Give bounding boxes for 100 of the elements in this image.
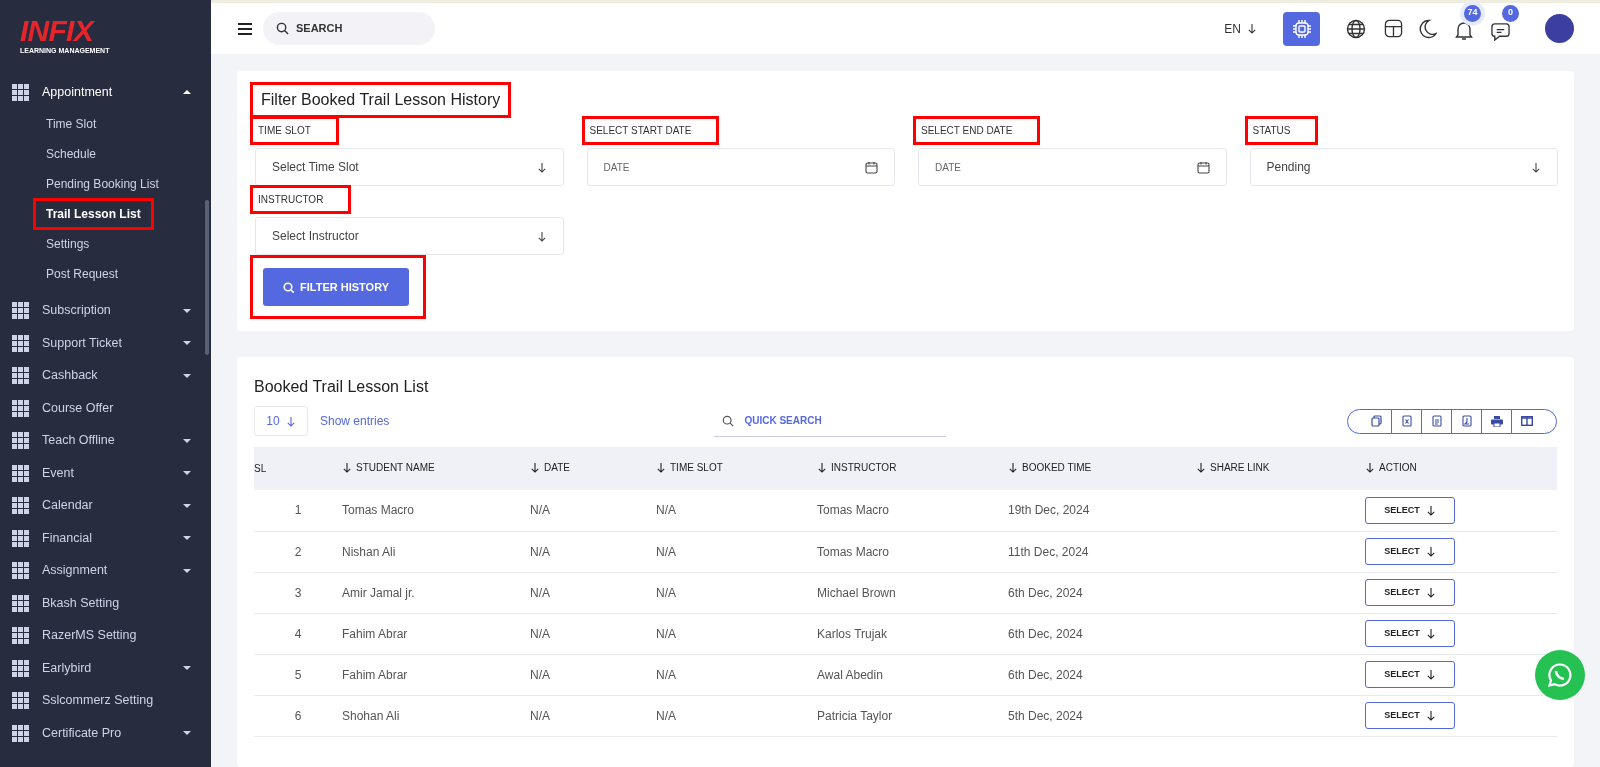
search-input[interactable]: SEARCH	[296, 20, 406, 37]
bell-icon[interactable]	[1455, 20, 1473, 41]
sidebar-item[interactable]: Bkash Setting	[0, 587, 211, 620]
layout-icon[interactable]	[1384, 19, 1403, 38]
search-icon	[722, 414, 735, 427]
chip-icon	[1291, 18, 1312, 39]
sidebar-item[interactable]: Assignment	[0, 554, 211, 587]
sidebar-item[interactable]: Financial	[0, 522, 211, 555]
avatar[interactable]	[1545, 14, 1574, 43]
globe-icon[interactable]	[1346, 18, 1366, 39]
select-button[interactable]: SELECT	[1365, 620, 1455, 647]
table-cell: 6th Dec, 2024	[1008, 626, 1083, 641]
language-dropdown[interactable]: EN	[1224, 19, 1257, 38]
down-arrow-icon	[536, 230, 547, 242]
column-header[interactable]: INSTRUCTOR	[817, 460, 897, 475]
field-label: TIME SLOT	[258, 124, 312, 138]
grid-icon	[12, 594, 29, 612]
sidebar-item[interactable]: Cashback	[0, 359, 211, 392]
select-button[interactable]: SELECT	[1365, 661, 1455, 688]
grid-icon	[12, 464, 29, 482]
table-cell: 11th Dec, 2024	[1008, 544, 1089, 559]
filter-button[interactable]: FILTER HISTORY	[263, 268, 410, 306]
menu-icon[interactable]	[237, 21, 253, 36]
table-cell: N/A	[530, 544, 550, 559]
table-cell: 1	[294, 503, 302, 518]
table-cell: N/A	[656, 708, 676, 723]
ai-button[interactable]	[1283, 11, 1320, 46]
date-field[interactable]: DATE	[586, 148, 895, 186]
chat-icon[interactable]	[1491, 21, 1510, 41]
select-field[interactable]: Select Time Slot	[255, 148, 564, 186]
select-button[interactable]: SELECT	[1365, 496, 1455, 524]
select-button[interactable]: SELECT	[1365, 538, 1455, 565]
select-button[interactable]: SELECT	[1365, 702, 1455, 729]
sidebar-item[interactable]: Certificate Pro	[0, 717, 211, 750]
chat-bubble-icon	[1547, 662, 1573, 688]
submenu-link[interactable]: Post Request	[36, 260, 129, 287]
sidebar-item[interactable]: Event	[0, 457, 211, 490]
scrollbar[interactable]	[205, 200, 209, 355]
print-icon	[1490, 415, 1503, 427]
sidebar-item[interactable]: Course Offer	[0, 392, 211, 425]
column-header[interactable]: TIME SLOT	[656, 460, 723, 475]
grid-icon	[12, 302, 29, 320]
grid-icon	[12, 692, 29, 710]
table-cell: N/A	[656, 544, 676, 559]
grid-icon	[12, 562, 29, 580]
column-header[interactable]: STUDENT NAME	[342, 460, 435, 475]
date-field[interactable]: DATE	[918, 148, 1227, 186]
grid-icon	[12, 497, 29, 515]
sidebar-item[interactable]: Earlybird	[0, 652, 211, 685]
table-cell: Amir Jamal jr.	[342, 585, 415, 600]
column-header[interactable]: SHARE LINK	[1196, 460, 1270, 475]
down-arrow-icon	[1531, 161, 1541, 173]
grid-icon	[12, 659, 29, 677]
table-cell: 6th Dec, 2024	[1008, 585, 1083, 600]
calendar-icon	[865, 160, 878, 174]
table-cell: N/A	[656, 503, 676, 518]
column-header[interactable]: ACTION	[1365, 460, 1417, 475]
search-icon	[283, 281, 294, 293]
select-field[interactable]: Pending	[1249, 148, 1558, 186]
document-icon	[1431, 415, 1442, 427]
search-field[interactable]: SEARCH	[263, 12, 435, 45]
sidebar-item[interactable]: Sslcommerz Setting	[0, 684, 211, 717]
submenu-link[interactable]: Time Slot	[36, 110, 107, 137]
quick-search-input[interactable]: QUICK SEARCH	[744, 413, 925, 428]
page-size-select[interactable]: 10	[254, 406, 308, 436]
down-arrow-icon	[1425, 628, 1436, 639]
grid-icon	[12, 334, 29, 352]
show-entries-label: Show entries	[320, 413, 390, 430]
column-header[interactable]: BOOKED TIME	[1008, 460, 1092, 475]
table-cell: Patricia Taylor	[817, 708, 893, 723]
down-arrow-icon	[1425, 587, 1436, 598]
quick-search-field[interactable]: QUICK SEARCH	[714, 405, 947, 437]
submenu-link[interactable]: Settings	[36, 230, 100, 257]
table-cell: N/A	[530, 708, 550, 723]
submenu-link[interactable]: Schedule	[36, 140, 107, 167]
column-header[interactable]: SL	[254, 461, 267, 476]
table-cell: N/A	[656, 667, 676, 682]
sidebar-item[interactable]: Subscription	[0, 294, 211, 327]
table-cell: 3	[294, 585, 302, 600]
sidebar-item[interactable]: Appointment	[0, 76, 211, 109]
table-cell: Michael Brown	[817, 585, 896, 600]
sidebar-item[interactable]: Teach Offline	[0, 424, 211, 457]
sidebar-item[interactable]: Support Ticket	[0, 327, 211, 360]
submenu-link[interactable]: Pending Booking List	[36, 170, 169, 197]
down-arrow-icon	[536, 161, 547, 173]
select-field[interactable]: Select Instructor	[255, 217, 564, 255]
table-cell: Nishan Ali	[342, 544, 396, 559]
select-button[interactable]: SELECT	[1365, 579, 1455, 606]
moon-icon[interactable]	[1419, 18, 1437, 39]
submenu-link[interactable]: Trail Lesson List	[36, 200, 151, 227]
grid-icon	[12, 432, 29, 450]
sidebar-item[interactable]: Calendar	[0, 489, 211, 522]
grid-icon	[12, 724, 29, 742]
down-arrow-icon	[1425, 669, 1436, 680]
sidebar-item[interactable]: RazerMS Setting	[0, 619, 211, 652]
column-header[interactable]: DATE	[530, 460, 570, 475]
table-cell: 6th Dec, 2024	[1008, 667, 1083, 682]
table-cell: 5	[294, 667, 302, 682]
table-cell: Tomas Macro	[342, 503, 415, 518]
table-cell: Shohan Ali	[342, 708, 400, 723]
